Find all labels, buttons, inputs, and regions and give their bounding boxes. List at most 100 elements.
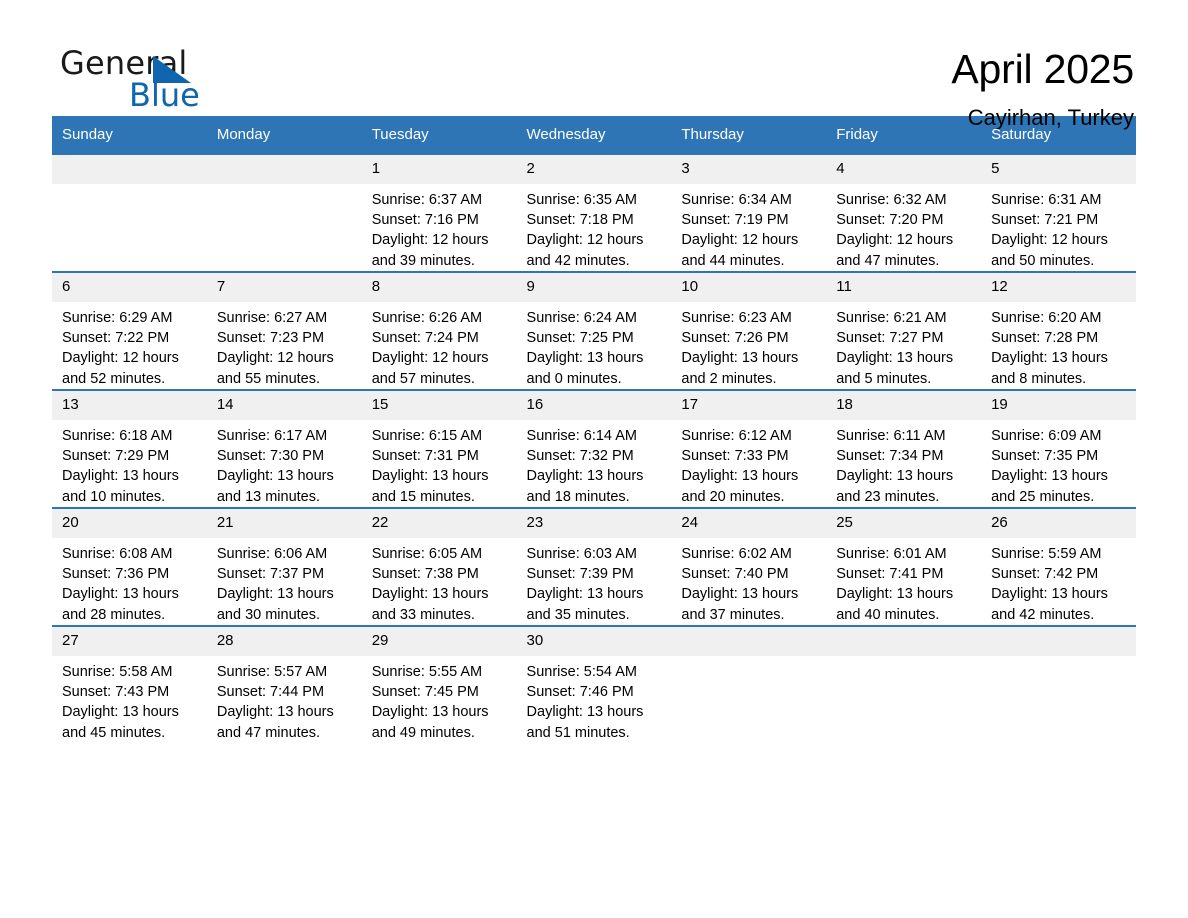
daylight-text-line2: and 33 minutes.	[371, 606, 475, 623]
daylight-text-line1: Daylight: 13 hours	[526, 704, 644, 721]
daylight-text-line1: Daylight: 13 hours	[836, 586, 954, 603]
sunrise-text: Sunrise: 6:11 AM	[836, 428, 946, 444]
calendar-day-cell-empty	[671, 625, 827, 743]
daylight-text-line2: and 25 minutes.	[991, 488, 1095, 505]
day-number: 19	[981, 391, 1136, 420]
calendar-day-cell[interactable]: 29 Sunrise: 5:55 AM Sunset: 7:45 PM Dayligh…	[361, 625, 517, 743]
day-details: Sunrise: 5:59 AM Sunset: 7:42 PM Daylight:…	[981, 538, 1136, 625]
calendar-day-cell[interactable]: 24 Sunrise: 6:02 AM Sunset: 7:40 PM Dayligh…	[671, 507, 827, 626]
calendar-day-cell[interactable]: 12 Sunrise: 6:20 AM Sunset: 7:28 PM Dayligh…	[981, 271, 1136, 390]
calendar-day-cell[interactable]: 16 Sunrise: 6:14 AM Sunset: 7:32 PM Dayligh…	[516, 389, 672, 508]
sunrise-text: Sunrise: 6:09 AM	[991, 428, 1102, 444]
calendar-day-cell[interactable]: 13 Sunrise: 6:18 AM Sunset: 7:29 PM Dayligh…	[52, 389, 207, 508]
sunset-text: Sunset: 7:30 PM	[216, 448, 325, 465]
sunrise-text: Sunrise: 6:03 AM	[526, 546, 637, 562]
day-details: Sunrise: 6:17 AM Sunset: 7:30 PM Daylight:…	[207, 420, 362, 507]
daylight-text-line2: and 0 minutes.	[526, 370, 622, 387]
daylight-text-line1: Daylight: 13 hours	[836, 468, 954, 485]
calendar-day-cell[interactable]: 23 Sunrise: 6:03 AM Sunset: 7:39 PM Dayligh…	[516, 507, 672, 626]
day-number: 9	[516, 273, 672, 302]
day-number: 17	[671, 391, 827, 420]
generalblue-logo[interactable]: General Blue	[52, 44, 252, 124]
daylight-text-line1: Daylight: 13 hours	[371, 468, 489, 485]
sunset-text: Sunset: 7:46 PM	[526, 684, 634, 701]
day-number: 25	[826, 509, 982, 538]
day-number: 30	[516, 627, 672, 656]
calendar-day-cell[interactable]: 6 Sunrise: 6:29 AM Sunset: 7:22 PM Daylight…	[52, 271, 207, 390]
daylight-text-line1: Daylight: 12 hours	[371, 350, 489, 367]
sunset-text: Sunset: 7:44 PM	[216, 684, 325, 701]
calendar-day-cell[interactable]: 7 Sunrise: 6:27 AM Sunset: 7:23 PM Daylight…	[206, 271, 362, 390]
day-details: Sunrise: 6:29 AM Sunset: 7:22 PM Daylight:…	[52, 302, 207, 389]
calendar-day-cell[interactable]: 10 Sunrise: 6:23 AM Sunset: 7:26 PM Dayligh…	[671, 271, 827, 390]
day-number: 16	[516, 391, 672, 420]
calendar-day-cell[interactable]: 21 Sunrise: 6:06 AM Sunset: 7:37 PM Dayligh…	[206, 507, 362, 626]
day-number: 29	[361, 627, 517, 656]
calendar-day-cell[interactable]: 27 Sunrise: 5:58 AM Sunset: 7:43 PM Dayligh…	[52, 625, 207, 743]
daylight-text-line1: Daylight: 13 hours	[681, 468, 799, 485]
calendar-day-cell[interactable]: 30 Sunrise: 5:54 AM Sunset: 7:46 PM Dayligh…	[516, 625, 672, 743]
day-number: 2	[516, 155, 672, 184]
day-number: 15	[361, 391, 517, 420]
calendar-day-cell[interactable]: 4 Sunrise: 6:32 AM Sunset: 7:20 PM Daylight…	[826, 153, 982, 272]
daylight-text-line1: Daylight: 13 hours	[526, 468, 644, 485]
daylight-text-line1: Daylight: 13 hours	[991, 586, 1108, 603]
daylight-text-line2: and 42 minutes.	[526, 252, 630, 269]
sunrise-text: Sunrise: 6:14 AM	[526, 428, 637, 444]
sunset-text: Sunset: 7:21 PM	[991, 212, 1099, 229]
calendar-day-cell[interactable]: 25 Sunrise: 6:01 AM Sunset: 7:41 PM Dayligh…	[826, 507, 982, 626]
day-details: Sunrise: 6:32 AM Sunset: 7:20 PM Daylight:…	[826, 184, 981, 271]
sunrise-text: Sunrise: 6:20 AM	[991, 310, 1102, 326]
sunset-text: Sunset: 7:31 PM	[371, 448, 479, 465]
calendar-day-cell[interactable]: 2 Sunrise: 6:35 AM Sunset: 7:18 PM Daylight…	[516, 153, 672, 272]
calendar-day-cell-empty	[981, 625, 1136, 743]
sunrise-text: Sunrise: 6:15 AM	[371, 428, 483, 444]
sunrise-text: Sunrise: 5:58 AM	[62, 664, 173, 680]
daylight-text-line1: Daylight: 13 hours	[371, 586, 489, 603]
sunset-text: Sunset: 7:34 PM	[836, 448, 944, 465]
day-details: Sunrise: 6:23 AM Sunset: 7:26 PM Daylight:…	[671, 302, 826, 389]
daylight-text-line1: Daylight: 12 hours	[526, 232, 644, 249]
daylight-text-line2: and 44 minutes.	[681, 252, 785, 269]
sunset-text: Sunset: 7:26 PM	[681, 330, 789, 347]
day-number: 18	[826, 391, 982, 420]
calendar-week-row: 13 Sunrise: 6:18 AM Sunset: 7:29 PM Dayligh…	[52, 389, 1136, 508]
daylight-text-line1: Daylight: 13 hours	[681, 586, 799, 603]
calendar-day-cell[interactable]: 26 Sunrise: 5:59 AM Sunset: 7:42 PM Dayligh…	[981, 507, 1136, 626]
sunset-text: Sunset: 7:23 PM	[216, 330, 325, 347]
calendar-day-cell[interactable]: 9 Sunrise: 6:24 AM Sunset: 7:25 PM Daylight…	[516, 271, 672, 390]
calendar-day-cell[interactable]: 5 Sunrise: 6:31 AM Sunset: 7:21 PM Daylight…	[981, 153, 1136, 272]
daylight-text-line2: and 39 minutes.	[371, 252, 475, 269]
sunrise-text: Sunrise: 6:18 AM	[62, 428, 173, 444]
calendar-day-cell[interactable]: 17 Sunrise: 6:12 AM Sunset: 7:33 PM Dayligh…	[671, 389, 827, 508]
calendar-day-cell[interactable]: 22 Sunrise: 6:05 AM Sunset: 7:38 PM Dayligh…	[361, 507, 517, 626]
sunrise-text: Sunrise: 6:26 AM	[371, 310, 483, 326]
day-number: 5	[981, 155, 1136, 184]
day-details: Sunrise: 6:11 AM Sunset: 7:34 PM Daylight:…	[826, 420, 981, 507]
calendar-day-cell[interactable]: 28 Sunrise: 5:57 AM Sunset: 7:44 PM Dayligh…	[206, 625, 362, 743]
day-number: 21	[206, 509, 362, 538]
calendar-day-cell[interactable]: 15 Sunrise: 6:15 AM Sunset: 7:31 PM Dayligh…	[361, 389, 517, 508]
daylight-text-line2: and 35 minutes.	[526, 606, 630, 623]
daylight-text-line2: and 57 minutes.	[371, 370, 475, 387]
calendar-day-cell[interactable]: 1 Sunrise: 6:37 AM Sunset: 7:16 PM Daylight…	[361, 153, 517, 272]
daylight-text-line2: and 49 minutes.	[371, 724, 475, 741]
calendar-day-cell[interactable]: 19 Sunrise: 6:09 AM Sunset: 7:35 PM Dayligh…	[981, 389, 1136, 508]
daylight-text-line2: and 51 minutes.	[526, 724, 630, 741]
daylight-text-line1: Daylight: 12 hours	[681, 232, 799, 249]
daylight-text-line1: Daylight: 13 hours	[836, 350, 954, 367]
calendar-day-cell[interactable]: 14 Sunrise: 6:17 AM Sunset: 7:30 PM Dayligh…	[206, 389, 362, 508]
calendar-day-cell[interactable]: 20 Sunrise: 6:08 AM Sunset: 7:36 PM Dayligh…	[52, 507, 207, 626]
sunrise-text: Sunrise: 6:05 AM	[371, 546, 483, 562]
calendar-day-cell[interactable]: 3 Sunrise: 6:34 AM Sunset: 7:19 PM Daylight…	[671, 153, 827, 272]
calendar-day-cell[interactable]: 18 Sunrise: 6:11 AM Sunset: 7:34 PM Dayligh…	[826, 389, 982, 508]
day-number	[671, 627, 827, 656]
calendar-day-cell[interactable]: 11 Sunrise: 6:21 AM Sunset: 7:27 PM Dayligh…	[826, 271, 982, 390]
daylight-text-line2: and 42 minutes.	[991, 606, 1095, 623]
daylight-text-line2: and 15 minutes.	[371, 488, 475, 505]
sunrise-text: Sunrise: 6:23 AM	[681, 310, 792, 326]
calendar-day-cell[interactable]: 8 Sunrise: 6:26 AM Sunset: 7:24 PM Daylight…	[361, 271, 517, 390]
day-details: Sunrise: 5:54 AM Sunset: 7:46 PM Daylight:…	[517, 656, 672, 743]
calendar-day-cell-empty	[52, 153, 207, 272]
daylight-text-line1: Daylight: 12 hours	[371, 232, 489, 249]
